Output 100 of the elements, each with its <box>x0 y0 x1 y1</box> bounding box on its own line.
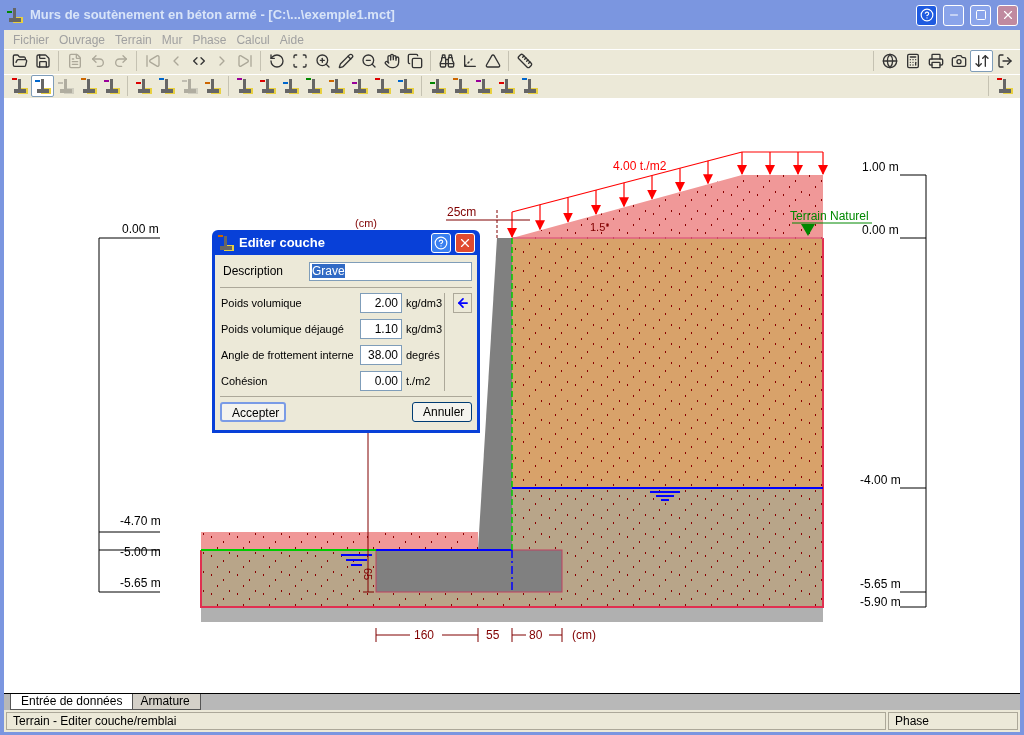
dialog-title: Editer couche <box>239 233 326 252</box>
level-label: -5.90 m <box>860 595 901 609</box>
value-field[interactable]: 38.00 <box>360 345 402 365</box>
level-label: -5.65 m <box>120 576 161 590</box>
dimension-label: 65 <box>362 568 374 581</box>
level-label: -4.00 m <box>860 473 901 487</box>
water-level-icon <box>649 491 681 501</box>
toolbar-button[interactable] <box>31 75 54 97</box>
printer-icon <box>927 53 944 69</box>
dimension-label: 80 <box>529 628 543 642</box>
wall-icon <box>180 77 199 95</box>
dialog-button[interactable]: Annuler <box>412 402 472 422</box>
help-icon <box>919 8 934 22</box>
help-button[interactable] <box>431 232 451 253</box>
level-label: -4.70 m <box>120 514 161 528</box>
unit-label: (cm) <box>355 217 377 229</box>
value-field[interactable]: 1.10 <box>360 319 402 339</box>
field-label: Poids volumique <box>220 295 303 311</box>
wall-icon <box>451 77 470 95</box>
wall-icon <box>350 77 369 95</box>
dimension-label: 55 <box>486 628 500 642</box>
wall-icon <box>327 77 346 95</box>
value-field[interactable]: 2.00 <box>360 293 402 313</box>
field-label: Description <box>222 263 285 280</box>
zoom-in-icon <box>314 53 331 69</box>
wall-icon <box>258 77 277 95</box>
close-button[interactable] <box>455 232 475 253</box>
level-label: 0.00 m <box>122 222 159 236</box>
description-field[interactable]: Grave <box>309 261 472 281</box>
wall-icon <box>995 77 1014 95</box>
field-label: Poids volumique déjaugé <box>220 321 345 337</box>
water-level-icon <box>340 554 373 566</box>
pencil-icon <box>337 53 354 69</box>
binoculars-icon <box>438 53 455 69</box>
camera-icon <box>950 53 967 69</box>
dimension-label: (cm) <box>572 628 596 642</box>
hand-icon <box>383 53 400 69</box>
level-label: -5.00 m <box>120 545 161 559</box>
tab[interactable]: Entrée de données <box>10 694 134 710</box>
toolbar-button[interactable] <box>970 50 993 72</box>
text-icon <box>66 53 83 69</box>
maximize-button[interactable] <box>970 4 991 26</box>
unit-label: kg/dm3 <box>405 295 443 311</box>
wall-icon <box>217 233 235 252</box>
copy-icon <box>406 53 423 69</box>
wall-icon <box>281 77 300 95</box>
wall-icon <box>79 77 98 95</box>
zoom-extents-icon <box>291 53 308 69</box>
help-button[interactable] <box>916 4 937 26</box>
wall-icon <box>134 77 153 95</box>
redo-icon <box>112 53 129 69</box>
dialog-button[interactable]: Accepter <box>220 402 286 422</box>
unit-label: degrés <box>405 347 440 363</box>
wall-icon <box>474 77 493 95</box>
zoom-out-icon <box>360 53 377 69</box>
angle-label: 1.5° <box>590 221 610 233</box>
calculator-icon <box>904 53 921 69</box>
value-field[interactable]: 0.00 <box>360 371 402 391</box>
level-label: -5.65 m <box>860 577 901 591</box>
wall-icon <box>6 6 24 24</box>
wall-icon <box>497 77 516 95</box>
undo-icon <box>89 53 106 69</box>
offset-label: 25cm <box>447 205 477 219</box>
terrain-label: Terrain Naturel <box>790 209 869 223</box>
unit-label: kg/dm3 <box>405 321 443 337</box>
field-label: Angle de frottement interne <box>220 347 355 363</box>
wall-icon <box>428 77 447 95</box>
dimension-label: 160 <box>414 628 435 642</box>
arrow-button[interactable] <box>453 293 472 313</box>
globe-icon <box>881 53 898 69</box>
help-icon <box>434 235 448 250</box>
exit-icon <box>996 53 1013 69</box>
wall-icon <box>520 77 539 95</box>
wall-icon <box>56 77 75 95</box>
unit-label: t./m2 <box>405 373 431 389</box>
folder-icon <box>11 53 28 69</box>
axes-icon <box>461 53 478 69</box>
field-label: Cohésion <box>220 373 269 389</box>
skip-forward-icon <box>236 53 253 69</box>
arrows-icon <box>973 53 990 69</box>
load-label: 4.00 t./m2 <box>613 159 667 173</box>
maximize-icon <box>974 9 987 21</box>
status-text: Terrain - Editer couche/remblai <box>6 712 886 730</box>
wall-icon <box>235 77 254 95</box>
wall-icon <box>304 77 323 95</box>
wall-icon <box>102 77 121 95</box>
rotate-icon <box>268 53 285 69</box>
dimension-icon <box>516 53 533 69</box>
wall-icon <box>396 77 415 95</box>
wall-icon <box>203 77 222 95</box>
wall-icon <box>10 77 29 95</box>
level-label: 1.00 m <box>862 160 899 174</box>
wall-icon <box>373 77 392 95</box>
skip-back-icon <box>144 53 161 69</box>
minimize-button[interactable] <box>943 4 964 26</box>
save-icon <box>34 53 51 69</box>
wall-icon <box>157 77 176 95</box>
level-label: 0.00 m <box>862 223 899 237</box>
angle-icon <box>484 53 501 69</box>
wall-icon <box>33 77 52 95</box>
